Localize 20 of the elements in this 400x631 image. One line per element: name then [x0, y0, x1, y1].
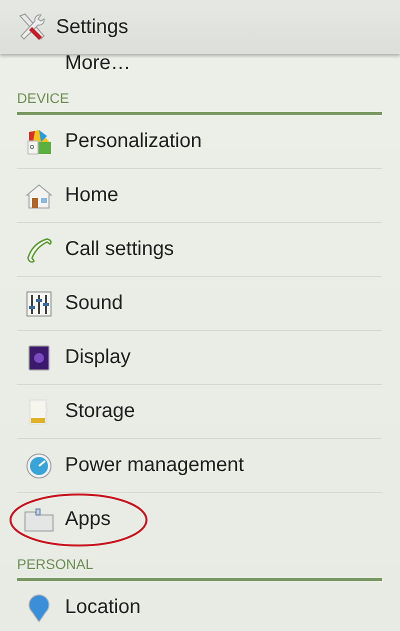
settings-item[interactable]: More…	[65, 52, 131, 74]
palette-icon	[25, 128, 53, 156]
settings-item[interactable]: Storage	[65, 400, 136, 423]
screen-title: Settings	[56, 16, 128, 38]
settings-item[interactable]: Call settings	[65, 238, 174, 261]
phone-icon	[25, 236, 53, 264]
settings-item[interactable]: Home	[65, 184, 118, 207]
settings-item[interactable]: Personalization	[65, 130, 202, 153]
settings-item[interactable]: Location	[65, 596, 141, 619]
sliders-icon	[25, 290, 53, 318]
tools-icon	[17, 12, 47, 42]
house-icon	[25, 182, 53, 210]
settings-item[interactable]: Sound	[65, 292, 123, 315]
folder-icon	[24, 508, 54, 532]
section-header: DEVICE	[17, 90, 70, 108]
settings-item[interactable]: Apps	[65, 508, 111, 531]
settings-item[interactable]: Power management	[65, 454, 244, 477]
gauge-icon	[25, 452, 53, 480]
section-header: PERSONAL	[17, 556, 94, 574]
settings-item[interactable]: Display	[65, 346, 131, 369]
